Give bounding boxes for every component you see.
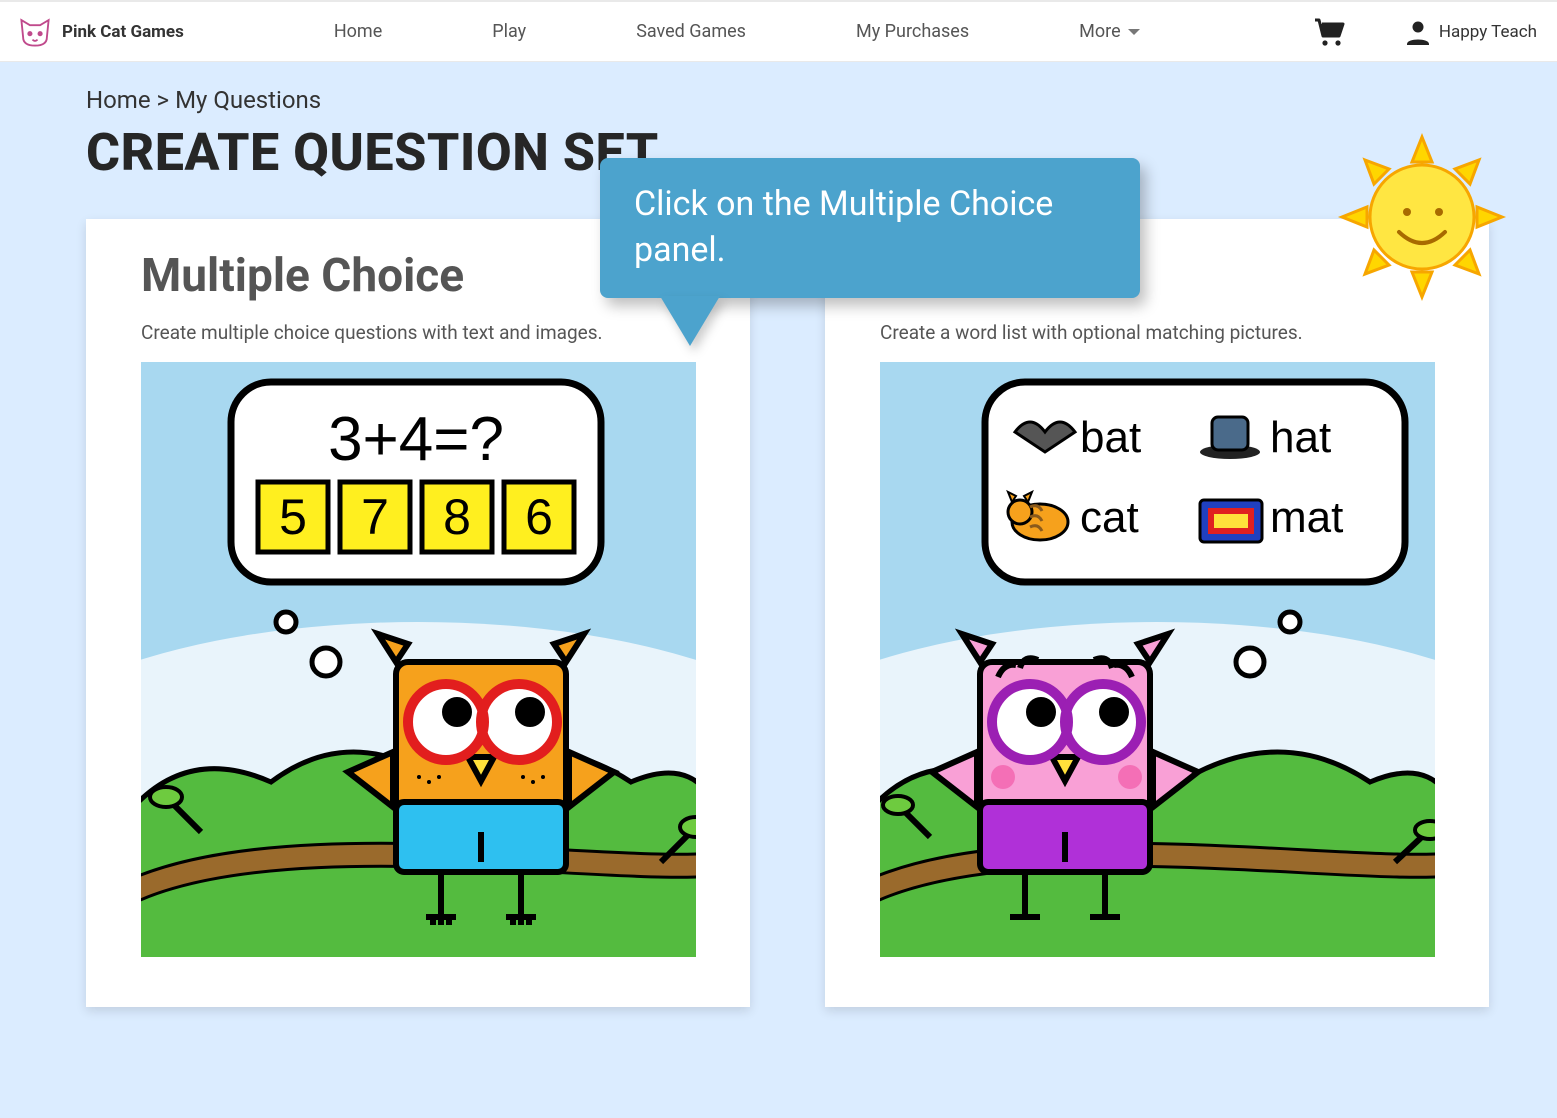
brand[interactable]: Pink Cat Games [18,15,184,49]
nav-link-my-purchases[interactable]: My Purchases [856,21,969,42]
nav-link-home[interactable]: Home [334,21,382,42]
tutorial-tooltip-text: Click on the Multiple Choice panel. [634,184,1053,270]
word-list-panel[interactable]: Word List Create a word list with option… [825,219,1489,1007]
pink-cat-logo-icon [18,15,52,49]
svg-text:8: 8 [443,489,471,545]
svg-text:6: 6 [525,489,553,545]
nav-right: Happy Teach [1313,17,1537,47]
user-name-label: Happy Teach [1439,22,1537,42]
multiple-choice-panel[interactable]: Multiple Choice Create multiple choice q… [86,219,750,1007]
cart-icon[interactable] [1313,17,1345,47]
breadcrumb: Home > My Questions [86,86,1471,114]
brand-name: Pink Cat Games [62,22,184,42]
caret-down-icon [1127,27,1141,37]
breadcrumb-home[interactable]: Home [86,86,151,114]
page-body: Home > My Questions CREATE QUESTION SET … [0,62,1557,1118]
tutorial-tooltip: Click on the Multiple Choice panel. [600,158,1140,298]
top-nav: Pink Cat Games Home Play Saved Games My … [0,0,1557,62]
mc-illustration-icon: 3+4=? 5 7 8 6 [141,362,696,957]
mc-desc: Create multiple choice questions with te… [141,321,695,344]
svg-text:hat: hat [1270,413,1331,462]
nav-links: Home Play Saved Games My Purchases More [334,21,1141,42]
mc-question-text: 3+4=? [328,405,504,474]
breadcrumb-sep: > [157,86,170,114]
breadcrumb-current: My Questions [175,86,321,114]
user-icon [1405,19,1431,45]
svg-text:bat: bat [1080,413,1141,462]
wl-illustration-icon: bat hat cat mat [880,362,1435,957]
nav-link-saved-games[interactable]: Saved Games [636,21,746,42]
wl-desc: Create a word list with optional matchin… [880,321,1434,344]
nav-link-play[interactable]: Play [492,21,526,42]
svg-text:7: 7 [361,489,389,545]
nav-link-more[interactable]: More [1079,21,1140,42]
user-menu[interactable]: Happy Teach [1405,19,1537,45]
svg-text:mat: mat [1270,493,1343,542]
svg-text:5: 5 [279,489,307,545]
cards-row: Multiple Choice Create multiple choice q… [86,219,1471,1007]
svg-text:cat: cat [1080,493,1139,542]
sun-decoration-icon [1337,132,1507,306]
